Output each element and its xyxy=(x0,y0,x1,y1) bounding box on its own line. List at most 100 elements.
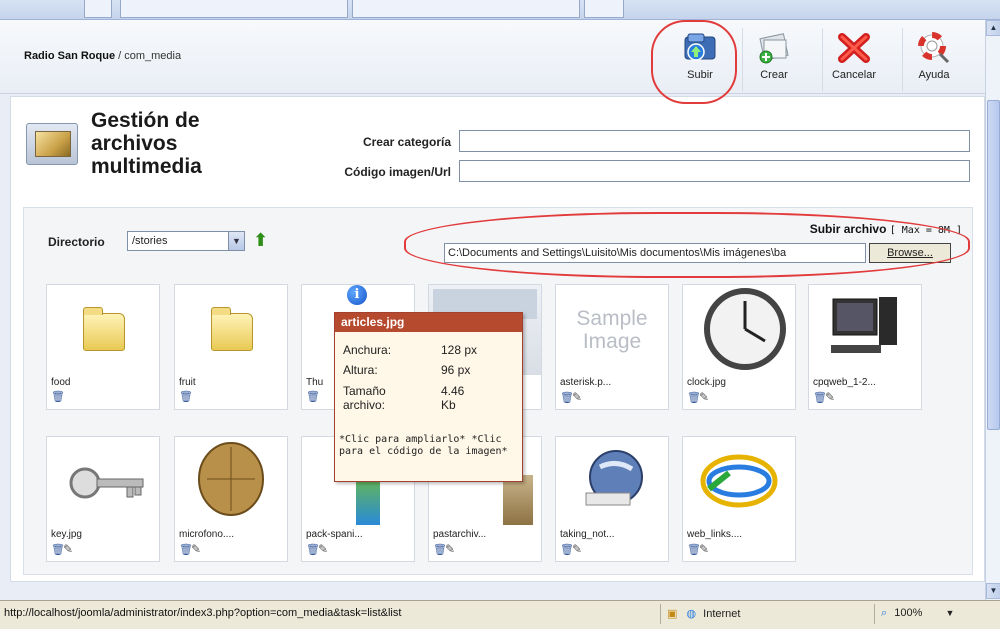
scroll-down-arrow[interactable]: ▼ xyxy=(986,583,1000,599)
globe-icon: ◍ xyxy=(686,608,697,620)
cancel-button-label: Cancelar xyxy=(831,69,877,81)
tooltip-width-value: 128 px xyxy=(441,343,478,357)
upload-file-input[interactable]: C:\Documents and Settings\Luisito\Mis do… xyxy=(444,243,866,263)
media-item-name: pack-spani... xyxy=(306,529,363,540)
browser-tab[interactable] xyxy=(120,0,348,18)
tooltip-hint: *Clic para ampliarlo* *Clic para el códi… xyxy=(339,434,508,457)
chevron-down-icon[interactable]: ▼ xyxy=(228,232,244,250)
pencil-icon[interactable]: ✎ xyxy=(191,543,205,555)
sample-image-thumbnail: Sample Image xyxy=(556,285,668,375)
media-item-name: key.jpg xyxy=(51,529,82,540)
delete-icon[interactable]: 🗑 xyxy=(51,391,65,403)
media-item[interactable]: taking_not... 🗑✎ xyxy=(555,436,669,562)
upload-file-label: Subir archivo xyxy=(809,222,887,236)
microphone-thumbnail xyxy=(175,437,287,527)
site-name: Radio San Roque xyxy=(24,50,116,62)
media-item-name: pastarchiv... xyxy=(433,529,487,540)
upload-button[interactable]: Subir xyxy=(668,28,732,92)
media-item-name: fruit xyxy=(179,377,196,388)
info-icon[interactable]: i xyxy=(347,285,367,305)
codigo-imagen-input[interactable] xyxy=(459,160,970,182)
zoom-control[interactable]: ⌕ 100% ▼ xyxy=(874,604,1000,624)
media-item[interactable]: clock.jpg 🗑✎ xyxy=(682,284,796,410)
delete-icon[interactable]: 🗑 xyxy=(306,391,320,403)
cancel-button[interactable]: Cancelar xyxy=(822,28,886,92)
clock-thumbnail xyxy=(683,285,795,375)
pencil-icon[interactable]: ✎ xyxy=(572,543,586,555)
upload-button-label: Subir xyxy=(687,69,713,81)
media-item-name: cpqweb_1-2... xyxy=(813,377,876,388)
media-manager-icon xyxy=(26,123,78,165)
vertical-scrollbar[interactable]: ▲ ▼ xyxy=(985,20,1000,600)
browse-button[interactable]: Browse... xyxy=(869,243,951,263)
directory-select[interactable]: /stories ▼ xyxy=(127,231,245,251)
browser-tab[interactable] xyxy=(584,0,624,18)
crear-categoria-label: Crear categoría xyxy=(362,135,451,149)
lock-icon: ▣ xyxy=(667,608,678,620)
media-item[interactable]: Sample Image asterisk.p... 🗑✎ xyxy=(555,284,669,410)
delete-icon[interactable]: 🗑 xyxy=(306,544,320,556)
media-item[interactable]: microfono.... 🗑✎ xyxy=(174,436,288,562)
component-name: com_media xyxy=(124,50,182,62)
create-button-label: Crear xyxy=(760,69,788,81)
delete-icon[interactable]: 🗑 xyxy=(560,392,574,404)
delete-icon[interactable]: 🗑 xyxy=(179,391,193,403)
browser-tab-strip xyxy=(0,0,1000,20)
media-item-name: food xyxy=(51,377,71,388)
media-item[interactable]: fruit 🗑 xyxy=(174,284,288,410)
pencil-icon[interactable]: ✎ xyxy=(318,543,332,555)
delete-icon[interactable]: 🗑 xyxy=(560,544,574,556)
zoom-icon: ⌕ xyxy=(881,607,888,619)
pencil-icon[interactable]: ✎ xyxy=(699,391,713,403)
computer-thumbnail xyxy=(809,285,921,375)
media-item[interactable]: key.jpg 🗑✎ xyxy=(46,436,160,562)
media-item-name: microfono.... xyxy=(179,529,235,540)
pencil-icon[interactable]: ✎ xyxy=(572,391,586,403)
browser-tab[interactable] xyxy=(352,0,580,18)
sample-image-placeholder: Sample Image xyxy=(576,307,648,353)
admin-header: Radio San Roque / com_media Subir Crear xyxy=(0,20,985,94)
web-links-thumbnail xyxy=(683,437,795,527)
scrollbar-thumb[interactable] xyxy=(987,100,1000,430)
browser-tab[interactable] xyxy=(84,0,112,18)
cancel-icon xyxy=(836,31,872,65)
help-button[interactable]: Ayuda xyxy=(902,28,966,92)
directory-label: Directorio xyxy=(48,235,105,249)
title-block: Gestión de archivos multimedia xyxy=(26,109,286,189)
pencil-icon[interactable]: ✎ xyxy=(445,543,459,555)
media-item[interactable]: cpqweb_1-2... 🗑✎ xyxy=(808,284,922,410)
pencil-icon[interactable]: ✎ xyxy=(63,543,77,555)
delete-icon[interactable]: 🗑 xyxy=(51,544,65,556)
media-item-name: taking_not... xyxy=(560,529,615,540)
breadcrumb: Radio San Roque / com_media xyxy=(24,50,181,62)
folder-up-icon[interactable]: ⬆ xyxy=(253,230,271,250)
scroll-up-arrow[interactable]: ▲ xyxy=(986,20,1000,36)
help-lifebuoy-icon xyxy=(916,31,952,65)
delete-icon[interactable]: 🗑 xyxy=(433,544,447,556)
tooltip-height-value: 96 px xyxy=(441,363,471,377)
image-info-tooltip: articles.jpg Anchura: 128 px Altura: 96 … xyxy=(334,312,523,482)
delete-icon[interactable]: 🗑 xyxy=(179,544,193,556)
create-button[interactable]: Crear xyxy=(742,28,806,92)
zone-label: Internet xyxy=(703,608,741,620)
tooltip-size-label: Tamaño archivo: xyxy=(343,384,386,412)
page-title: Gestión de archivos multimedia xyxy=(91,109,202,178)
pencil-icon[interactable]: ✎ xyxy=(825,391,839,403)
upload-file-label-row: Subir archivo [ Max = 8M ] xyxy=(810,222,962,236)
delete-icon[interactable]: 🗑 xyxy=(687,392,701,404)
delete-icon[interactable]: 🗑 xyxy=(813,392,827,404)
folder-icon xyxy=(47,285,159,375)
media-item[interactable]: food 🗑 xyxy=(46,284,160,410)
taking-notes-thumbnail xyxy=(556,437,668,527)
crear-categoria-input[interactable] xyxy=(459,130,970,152)
create-folder-icon xyxy=(756,31,792,65)
chevron-down-icon[interactable]: ▼ xyxy=(945,608,954,618)
security-zone: ▣ ◍ Internet xyxy=(660,604,870,624)
media-item[interactable]: web_links.... 🗑✎ xyxy=(682,436,796,562)
directory-selected: /stories xyxy=(132,235,168,247)
upload-icon xyxy=(682,31,718,65)
tooltip-width-label: Anchura: xyxy=(343,343,392,357)
delete-icon[interactable]: 🗑 xyxy=(687,544,701,556)
pencil-icon[interactable]: ✎ xyxy=(699,543,713,555)
tooltip-height-label: Altura: xyxy=(343,363,378,377)
